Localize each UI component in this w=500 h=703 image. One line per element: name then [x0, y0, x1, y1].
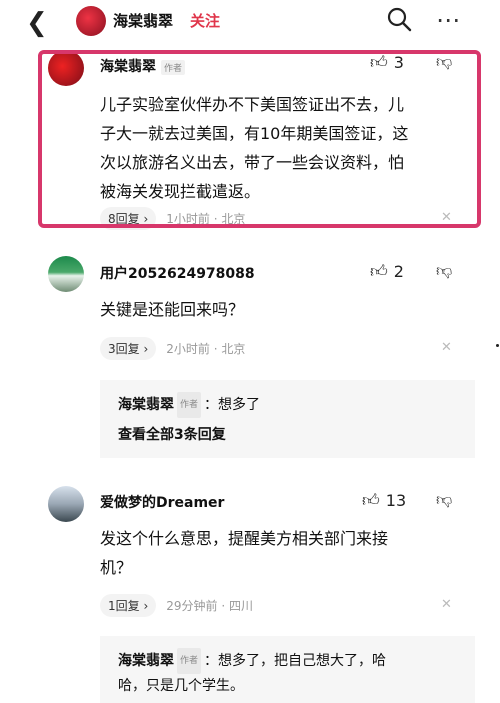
like-button[interactable]: 👍︎ 2	[370, 261, 404, 282]
sub-reply-text: 海棠翡翠 作者 ：想多了，把自己想大了，哈	[118, 648, 386, 674]
comment-line: 关键是还能回来吗？	[100, 300, 245, 319]
sub-reply-author[interactable]: 海棠翡翠	[118, 653, 174, 669]
reply-count-button[interactable]: 3回复 ›	[100, 337, 157, 360]
comment-text: 关键是还能回来吗？	[100, 295, 470, 324]
more-dots-icon[interactable]: ⋯	[436, 6, 461, 34]
chevron-left-icon[interactable]: ❮	[26, 8, 48, 38]
top-bar: ❮ 海棠翡翠 关注 ⋯	[0, 0, 500, 44]
comment-line: 发这个什么意思，提醒美方相关部门来接	[100, 529, 389, 548]
sub-reply-box[interactable]: 海棠翡翠 作者 ：想多了 查看全部3条回复	[100, 380, 475, 458]
follow-button[interactable]: 关注	[190, 10, 220, 31]
avatar[interactable]	[48, 486, 84, 522]
comment-meta: 1回复 › 29分钟前 · 四川	[100, 594, 253, 617]
comment-text: 发这个什么意思，提醒美方相关部门来接 机？	[100, 524, 470, 582]
like-count: 13	[385, 491, 407, 510]
like-button[interactable]: 👍︎ 13	[362, 490, 406, 511]
avatar[interactable]	[48, 256, 84, 292]
comment-author[interactable]: 爱做梦的Dreamer	[100, 492, 224, 512]
thumbs-down-icon[interactable]: 👎︎	[436, 261, 452, 281]
comment-author[interactable]: 用户2052624978088	[100, 263, 255, 283]
sub-reply-text: 哈，只是几个学生。	[118, 678, 244, 694]
thumbs-up-icon: 👍︎	[370, 262, 388, 282]
author-tag: 作者	[177, 648, 202, 674]
highlight-box	[38, 50, 481, 228]
sub-reply-author[interactable]: 海棠翡翠	[118, 397, 174, 413]
like-count: 2	[393, 262, 404, 281]
sub-reply-text: 海棠翡翠 作者 ：想多了	[118, 392, 260, 418]
comment-line: 机？	[100, 558, 133, 577]
avatar[interactable]	[76, 6, 106, 36]
sub-reply-box[interactable]: 海棠翡翠 作者 ：想多了，把自己想大了，哈 哈，只是几个学生。	[100, 636, 475, 703]
search-icon[interactable]	[386, 6, 412, 32]
thumbs-down-icon[interactable]: 👎︎	[436, 490, 452, 510]
account-name[interactable]: 海棠翡翠	[113, 10, 173, 31]
author-tag: 作者	[177, 392, 202, 418]
comment-meta: 3回复 › 2小时前 · 北京	[100, 337, 245, 360]
sub-reply-content: ：想多了，把自己想大了，哈	[204, 653, 387, 669]
close-icon[interactable]: ✕	[441, 340, 452, 355]
timestamp-location: 29分钟前 · 四川	[166, 599, 253, 613]
stray-dot	[496, 344, 499, 347]
view-all-replies-link[interactable]: 查看全部3条回复	[118, 424, 226, 444]
close-icon[interactable]: ✕	[441, 597, 452, 612]
timestamp-location: 2小时前 · 北京	[166, 342, 246, 356]
sub-reply-content: ：想多了	[204, 397, 261, 413]
thumbs-up-icon: 👍︎	[362, 491, 380, 511]
reply-count-button[interactable]: 1回复 ›	[100, 594, 157, 617]
